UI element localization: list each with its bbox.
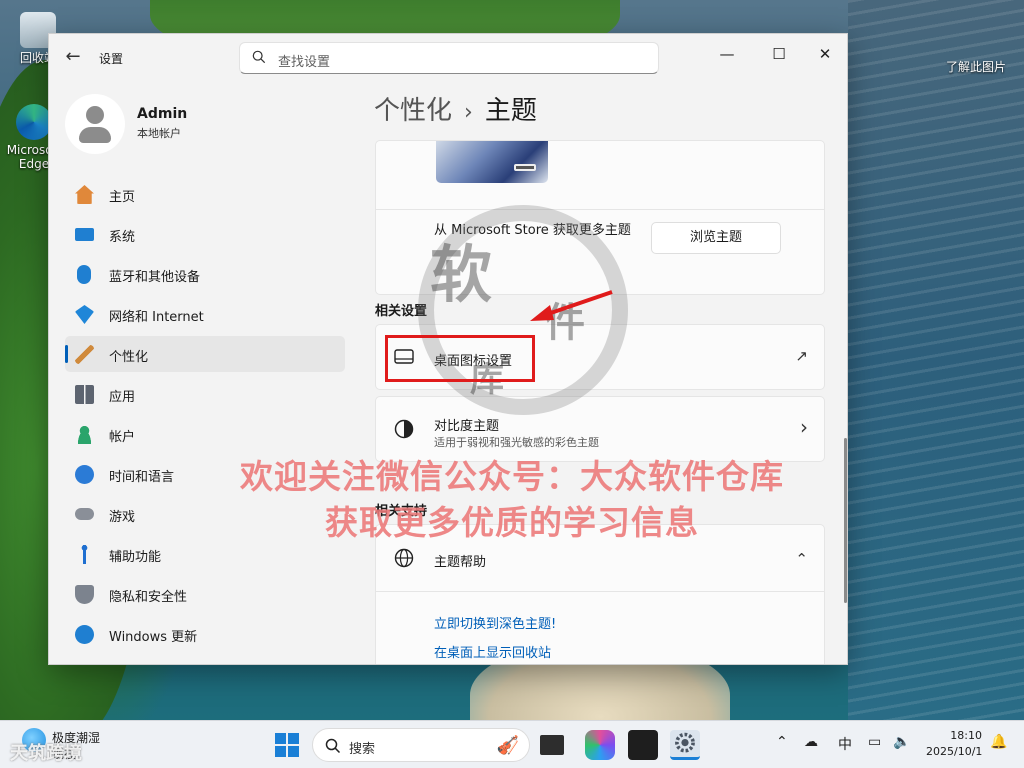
start-button[interactable]	[272, 730, 302, 760]
shield-icon	[75, 585, 94, 604]
user-name: Admin	[137, 106, 188, 122]
watermark-line2: 获取更多优质的学习信息	[325, 503, 699, 542]
open-external-icon: ↗	[795, 347, 808, 365]
sidebar-item-label: 个性化	[109, 350, 149, 365]
home-icon	[75, 185, 94, 204]
chevron-right-icon: ›	[800, 415, 808, 439]
sidebar-item-system[interactable]: 系统	[65, 216, 345, 252]
notification-bell-icon[interactable]: 🔔	[990, 734, 1007, 750]
title-bar: ← 设置 查找设置 — ☐ ✕	[49, 34, 847, 80]
browse-themes-button[interactable]: 浏览主题	[651, 222, 781, 254]
windows-update-icon	[75, 625, 94, 644]
sidebar-item-label: 蓝牙和其他设备	[109, 270, 201, 285]
network-icon	[75, 305, 94, 324]
sidebar-nav: 主页 系统 蓝牙和其他设备 网络和 Internet 个性化 应用 帐户 时间和…	[65, 176, 345, 656]
search-placeholder: 查找设置	[278, 55, 331, 70]
microsoft-365-icon[interactable]	[585, 730, 615, 760]
ime-indicator[interactable]: 中	[838, 734, 852, 754]
sidebar-item-label: 隐私和安全性	[109, 590, 188, 605]
windows-logo-icon	[275, 733, 299, 757]
watermark-seal-char: 软	[430, 238, 493, 311]
annotation-arrow	[530, 290, 613, 321]
search-icon	[325, 738, 341, 754]
back-button[interactable]: ←	[63, 47, 83, 67]
settings-search-input[interactable]: 查找设置	[239, 42, 659, 74]
clock-date: 2025/10/1	[926, 745, 983, 758]
volume-icon[interactable]: 🔈	[893, 734, 910, 750]
contrast-themes-subtitle: 适用于弱视和强光敏感的彩色主题	[434, 436, 599, 449]
sidebar-item-label: 应用	[109, 390, 136, 405]
network-status-icon[interactable]: ☁	[804, 734, 818, 750]
maximize-button[interactable]: ☐	[763, 40, 795, 68]
sidebar-item-accounts[interactable]: 帐户	[65, 416, 345, 452]
chevron-up-icon: ⌃	[795, 550, 808, 568]
avatar	[65, 94, 125, 154]
sidebar-item-personalization[interactable]: 个性化	[65, 336, 345, 372]
accounts-icon	[75, 425, 94, 444]
clock-time: 18:10	[950, 729, 982, 742]
taskbar-search[interactable]: 搜索 🎻	[312, 728, 530, 762]
breadcrumb-parent[interactable]: 个性化	[374, 96, 452, 126]
learn-about-picture[interactable]: 了解此图片	[946, 58, 1006, 75]
watermark-line1: 欢迎关注微信公众号：大众软件仓库	[240, 457, 784, 496]
page-title: 主题	[484, 96, 537, 126]
sidebar-item-windows-update[interactable]: Windows 更新	[65, 616, 345, 652]
taskbar-search-label: 搜索	[349, 742, 376, 757]
watermark-bottom: 天筑跨境	[10, 743, 82, 764]
sidebar-item-label: 主页	[109, 190, 136, 205]
terminal-icon[interactable]	[628, 730, 658, 760]
content-area: 从 Microsoft Store 获取更多主题 浏览主题 相关设置 桌面图标设…	[375, 140, 825, 664]
theme-help-title: 主题帮助	[434, 555, 487, 570]
sidebar-item-privacy[interactable]: 隐私和安全性	[65, 576, 345, 612]
minimize-button[interactable]: —	[711, 40, 743, 68]
taskbar: 极度潮湿 现在 天筑跨境 搜索 🎻 ⌃ ☁ 中 ▭ 🔈 18:10 2025/1…	[0, 720, 1024, 768]
sidebar-item-label: 辅助功能	[109, 550, 162, 565]
personalization-icon	[75, 345, 94, 364]
user-profile[interactable]: Admin 本地帐户	[65, 91, 325, 155]
wallpaper-sea	[848, 0, 1024, 720]
sidebar-item-apps[interactable]: 应用	[65, 376, 345, 412]
close-button[interactable]: ✕	[809, 40, 841, 68]
breadcrumb: 个性化 › 主题	[374, 90, 537, 127]
dark-theme-link[interactable]: 立即切换到深色主题!	[434, 613, 556, 632]
task-view-icon[interactable]	[540, 735, 564, 755]
settings-taskbar-icon[interactable]	[670, 730, 700, 760]
globe-icon	[394, 548, 414, 568]
app-title: 设置	[99, 52, 124, 66]
sidebar-item-label: 系统	[109, 230, 136, 245]
clock[interactable]: 18:10 2025/10/1	[926, 728, 982, 760]
sidebar-item-network[interactable]: 网络和 Internet	[65, 296, 345, 332]
sidebar-item-bluetooth[interactable]: 蓝牙和其他设备	[65, 256, 345, 292]
show-recycle-bin-link[interactable]: 在桌面上显示回收站	[434, 642, 551, 661]
sidebar-item-label: Windows 更新	[109, 630, 198, 645]
apps-icon	[75, 385, 94, 404]
system-icon	[75, 228, 94, 241]
display-icon[interactable]: ▭	[868, 734, 881, 750]
theme-help-card: 主题帮助 ⌃ 立即切换到深色主题! 在桌面上显示回收站	[375, 524, 825, 664]
search-icon	[252, 50, 266, 64]
edge-icon	[16, 104, 52, 140]
search-highlight-icon: 🎻	[496, 735, 519, 756]
tray-overflow-chevron[interactable]: ⌃	[776, 734, 788, 750]
sidebar-item-label: 网络和 Internet	[109, 310, 204, 325]
breadcrumb-separator: ›	[464, 100, 473, 125]
highlight-box	[385, 335, 535, 382]
gear-icon	[675, 732, 695, 753]
sidebar-item-home[interactable]: 主页	[65, 176, 345, 212]
accessibility-icon	[75, 545, 94, 564]
theme-thumbnail[interactable]	[436, 141, 548, 183]
contrast-icon	[394, 419, 414, 439]
sidebar-item-label: 帐户	[109, 430, 136, 445]
account-type: 本地帐户	[137, 127, 181, 140]
contrast-themes-title: 对比度主题	[434, 419, 500, 434]
bluetooth-icon	[77, 265, 91, 284]
